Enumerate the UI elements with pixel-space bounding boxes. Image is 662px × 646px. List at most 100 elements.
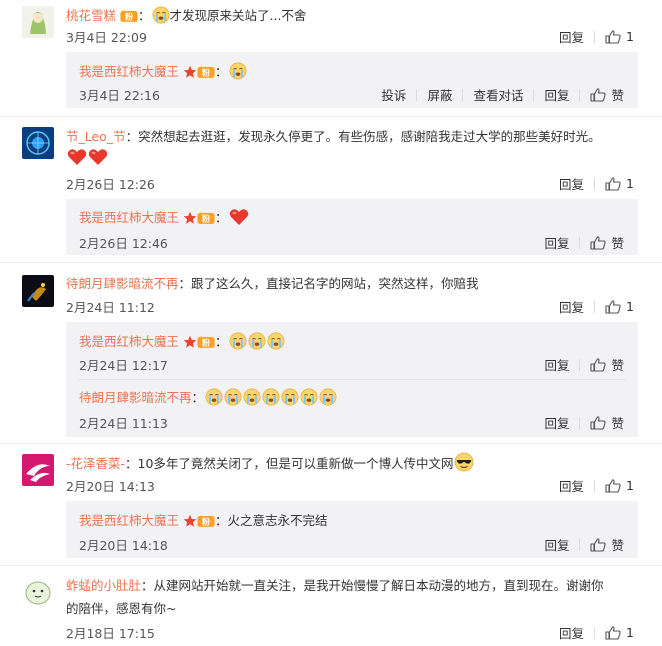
reply-button[interactable]: 回复 <box>544 413 569 432</box>
star-badge-icon <box>183 65 197 79</box>
reply-button[interactable]: 回复 <box>559 623 584 642</box>
star-badge-icon <box>183 211 197 225</box>
action-divider <box>579 358 581 371</box>
like-label: 赞 <box>611 538 624 553</box>
fan-badge-icon <box>197 211 215 225</box>
thumbs-up-icon <box>605 626 621 640</box>
thumbs-up-icon <box>605 479 621 493</box>
reply-time: 3月4日 22:16 <box>79 88 160 103</box>
avatar[interactable] <box>22 275 54 307</box>
heart-emoji-icon <box>229 208 249 226</box>
cry-emoji-icon <box>248 332 266 350</box>
like-count: 1 <box>626 29 634 44</box>
action-divider <box>533 88 535 101</box>
comment-text: ：跟了这么久，直接记名字的网站，突然这样，你赔我 <box>178 276 479 291</box>
reply-button[interactable]: 回复 <box>544 233 569 252</box>
cry-emoji-icon <box>224 388 242 406</box>
reply-button[interactable]: 回复 <box>559 27 584 46</box>
cry-emoji-icon <box>152 6 170 24</box>
like-button[interactable]: 赞 <box>590 355 624 374</box>
reply-time: 2月20日 14:18 <box>79 538 168 553</box>
reply-button[interactable]: 回复 <box>559 174 584 193</box>
reply-time: 2月26日 12:46 <box>79 236 168 251</box>
thumbs-up-icon <box>605 177 621 191</box>
like-label: 赞 <box>611 236 624 251</box>
like-button[interactable]: 赞 <box>590 413 624 432</box>
action-divider <box>462 88 464 101</box>
reply-button[interactable]: 回复 <box>544 535 569 554</box>
reply-item: 待朗月肆影暗流不再： 2月24日 11:13 回复 赞 <box>79 388 624 432</box>
comment-time: 2月26日 12:26 <box>66 177 155 192</box>
reply-author[interactable]: 我是西红柿大魔王 <box>79 210 179 225</box>
thumbs-up-icon <box>605 300 621 314</box>
cry-emoji-icon <box>262 388 280 406</box>
avatar[interactable] <box>22 576 54 608</box>
star-badge-icon <box>183 514 197 528</box>
cool-emoji-icon <box>454 452 474 472</box>
comment-time: 2月24日 11:12 <box>66 300 155 315</box>
reply-button[interactable]: 回复 <box>559 476 584 495</box>
thumbs-up-icon <box>590 358 606 372</box>
comment-divider <box>0 443 662 444</box>
avatar[interactable] <box>22 454 54 486</box>
heart-emoji-icon <box>67 148 87 166</box>
thumbs-up-icon <box>590 236 606 250</box>
fan-badge-icon <box>197 65 215 79</box>
cry-emoji-icon <box>300 388 318 406</box>
comment-author[interactable]: 节_Leo_节 <box>66 129 126 144</box>
cry-emoji-icon <box>267 332 285 350</box>
action-divider <box>579 538 581 551</box>
action-divider <box>594 479 596 492</box>
reply-author[interactable]: 待朗月肆影暗流不再 <box>79 390 192 405</box>
report-button[interactable]: 投诉 <box>381 85 406 104</box>
avatar[interactable] <box>22 6 54 38</box>
comment-author[interactable]: 桃花雪糕 <box>66 8 116 23</box>
reply-author[interactable]: 我是西红柿大魔王 <box>79 334 179 349</box>
reply-box: 我是西红柿大魔王 ： 2月24日 12:17 回复 赞 待朗月肆影暗流不再： 2… <box>66 322 638 437</box>
cry-emoji-icon <box>205 388 223 406</box>
like-label: 赞 <box>611 358 624 373</box>
like-label: 赞 <box>611 416 624 431</box>
avatar[interactable] <box>22 127 54 159</box>
like-button[interactable]: 1 <box>605 478 634 493</box>
reply-author[interactable]: 我是西红柿大魔王 <box>79 513 179 528</box>
like-button[interactable]: 赞 <box>590 535 624 554</box>
like-button[interactable]: 1 <box>605 29 634 44</box>
reply-button[interactable]: 回复 <box>544 355 569 374</box>
action-divider <box>594 300 596 313</box>
reply-box: 我是西红柿大魔王 ： 2月26日 12:46 回复 赞 <box>66 199 638 255</box>
comment-author[interactable]: -花泽香菜- <box>66 456 125 471</box>
thumbs-up-icon <box>590 88 606 102</box>
reply-box: 我是西红柿大魔王 ：火之意志永不完结 2月20日 14:18 回复 赞 <box>66 501 638 558</box>
comment-author[interactable]: 蚱蜢的小肚肚 <box>66 578 141 593</box>
like-count: 1 <box>626 299 634 314</box>
cry-emoji-icon <box>319 388 337 406</box>
reply-text: ：火之意志永不完结 <box>215 513 328 528</box>
comment-text: ：从建网站开始就一直关注，是我开始慢慢了解日本动漫的地方，直到现在。谢谢你 <box>141 578 604 593</box>
like-button[interactable]: 1 <box>605 176 634 191</box>
action-divider <box>579 236 581 249</box>
block-button[interactable]: 屏蔽 <box>427 85 452 104</box>
reply-time: 2月24日 12:17 <box>79 358 168 373</box>
view-thread-button[interactable]: 查看对话 <box>473 85 523 104</box>
like-button[interactable]: 赞 <box>590 233 624 252</box>
comment-divider <box>0 116 662 117</box>
reply-author[interactable]: 我是西红柿大魔王 <box>79 64 179 79</box>
action-divider <box>579 88 581 101</box>
star-badge-icon <box>183 335 197 349</box>
like-button[interactable]: 1 <box>605 625 634 640</box>
action-divider <box>594 626 596 639</box>
action-divider <box>594 177 596 190</box>
reply-button[interactable]: 回复 <box>544 85 569 104</box>
fan-badge-icon <box>197 514 215 528</box>
comment-divider <box>0 565 662 566</box>
action-divider <box>579 416 581 429</box>
like-button[interactable]: 1 <box>605 299 634 314</box>
like-count: 1 <box>626 625 634 640</box>
action-divider <box>416 88 418 101</box>
like-button[interactable]: 赞 <box>590 85 624 104</box>
cry-emoji-icon <box>229 332 247 350</box>
thumbs-up-icon <box>590 538 606 552</box>
comment-author[interactable]: 待朗月肆影暗流不再 <box>66 276 179 291</box>
reply-button[interactable]: 回复 <box>559 297 584 316</box>
